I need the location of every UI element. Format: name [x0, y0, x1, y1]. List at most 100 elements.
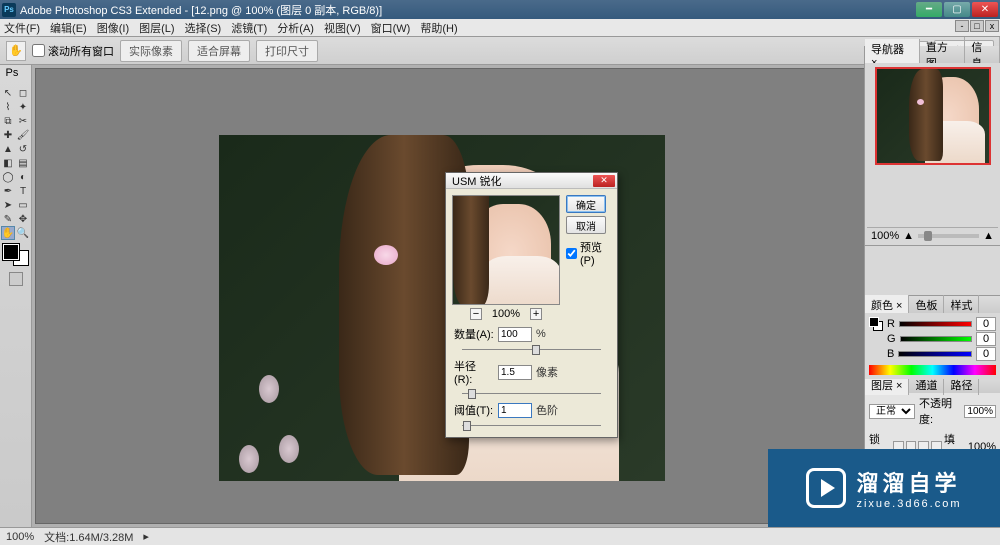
hand-tool[interactable]: ✋	[1, 226, 15, 240]
doc-restore-button[interactable]: □	[970, 20, 984, 32]
blue-value[interactable]: 0	[976, 347, 996, 361]
menu-analysis[interactable]: 分析(A)	[277, 20, 314, 36]
status-bar: 100% 文档:1.64M/3.28M ▸	[0, 527, 1000, 545]
maximize-button[interactable]: ▢	[944, 2, 970, 17]
preview-checkbox-input[interactable]	[566, 248, 577, 259]
navigator-thumbnail[interactable]	[875, 67, 991, 165]
fit-screen-button[interactable]: 适合屏幕	[188, 40, 250, 62]
dialog-titlebar[interactable]: USM 锐化 ✕	[446, 173, 617, 189]
status-doc-size[interactable]: 文档:1.64M/3.28M	[44, 529, 133, 545]
watermark-title: 溜溜自学	[856, 466, 961, 498]
threshold-slider[interactable]	[462, 423, 601, 429]
doc-minimize-button[interactable]: -	[955, 20, 969, 32]
marquee-tool[interactable]: ◻	[16, 86, 30, 100]
hand-tool-icon[interactable]: ✋	[6, 41, 26, 61]
opacity-label: 不透明度:	[919, 395, 960, 427]
wand-tool[interactable]: ✦	[16, 100, 30, 114]
bg-flower-icon	[279, 435, 299, 463]
hair-flower-icon	[374, 245, 398, 265]
color-swatches[interactable]	[3, 244, 29, 266]
heal-tool[interactable]: ✚	[1, 128, 15, 142]
eraser-tool[interactable]: ◧	[1, 156, 15, 170]
preview-checkbox[interactable]: 预览(P)	[566, 239, 611, 267]
status-zoom[interactable]: 100%	[6, 531, 34, 543]
dodge-tool[interactable]: ◐	[16, 170, 30, 184]
blue-slider[interactable]	[898, 351, 972, 357]
ok-button[interactable]: 确定	[566, 195, 606, 213]
amount-unit: %	[536, 328, 546, 340]
app-icon: Ps	[2, 3, 16, 17]
blend-mode-select[interactable]: 正常	[869, 404, 915, 419]
history-brush-tool[interactable]: ↺	[16, 142, 30, 156]
shape-tool[interactable]: ▭	[16, 198, 30, 212]
color-fg-bg[interactable]	[869, 317, 883, 331]
status-arrow-icon[interactable]: ▸	[143, 530, 149, 543]
green-slider[interactable]	[900, 336, 972, 342]
stamp-tool[interactable]: ▲	[1, 142, 15, 156]
preview-checkbox-label: 预览(P)	[580, 239, 611, 267]
pen-tool[interactable]: ✒	[1, 184, 15, 198]
actual-pixels-button[interactable]: 实际像素	[120, 40, 182, 62]
red-slider[interactable]	[899, 321, 972, 327]
navigator-panel: 导航器 × 直方图 信息 100% ▲ ▲	[865, 46, 1000, 246]
close-button[interactable]: ✕	[972, 2, 998, 17]
red-value[interactable]: 0	[976, 317, 996, 331]
dialog-title: USM 锐化	[452, 173, 502, 189]
toolbox: Ps ↖◻ ⌇✦ ⧉✂ ✚🖌 ▲↺ ◧▤ ◯◐ ✒T ➤▭ ✎✥ ✋🔍	[0, 65, 32, 527]
minimize-button[interactable]: ━	[916, 2, 942, 17]
color-panel: 颜色 × 色板 样式 R0 G0 B0	[865, 296, 1000, 376]
scroll-all-windows-checkbox[interactable]: 滚动所有窗口	[32, 43, 114, 59]
doc-close-button[interactable]: x	[985, 20, 999, 32]
color-spectrum[interactable]	[869, 365, 996, 375]
menu-select[interactable]: 选择(S)	[185, 20, 222, 36]
tab-styles[interactable]: 样式	[944, 295, 979, 315]
amount-label: 数量(A):	[454, 326, 494, 342]
cancel-button[interactable]: 取消	[566, 216, 606, 234]
menu-window[interactable]: 窗口(W)	[371, 20, 411, 36]
amount-input[interactable]	[498, 327, 532, 342]
amount-slider[interactable]	[462, 347, 601, 353]
window-title: Adobe Photoshop CS3 Extended - [12.png @…	[20, 2, 916, 18]
zoom-in-icon[interactable]: ▲	[983, 230, 994, 242]
menu-file[interactable]: 文件(F)	[4, 20, 40, 36]
radius-slider[interactable]	[462, 391, 601, 397]
threshold-input[interactable]	[498, 403, 532, 418]
navigator-zoom-slider[interactable]	[918, 234, 979, 238]
menu-view[interactable]: 视图(V)	[324, 20, 361, 36]
tab-swatches[interactable]: 色板	[909, 295, 944, 315]
opacity-value[interactable]: 100%	[964, 405, 996, 418]
path-select-tool[interactable]: ➤	[1, 198, 15, 212]
print-size-button[interactable]: 打印尺寸	[256, 40, 318, 62]
slice-tool[interactable]: ✂	[16, 114, 30, 128]
zoom-out-icon[interactable]: ▲	[903, 230, 914, 242]
dialog-close-button[interactable]: ✕	[593, 175, 615, 187]
quick-mask-button[interactable]	[9, 272, 23, 286]
crop-tool[interactable]: ⧉	[1, 114, 15, 128]
navigator-zoom[interactable]: 100%	[871, 230, 899, 242]
lasso-tool[interactable]: ⌇	[1, 100, 15, 114]
eyedropper-tool[interactable]: ✥	[16, 212, 30, 226]
zoom-in-button[interactable]: +	[530, 308, 542, 320]
gradient-tool[interactable]: ▤	[16, 156, 30, 170]
type-tool[interactable]: T	[16, 184, 30, 198]
menu-help[interactable]: 帮助(H)	[420, 20, 457, 36]
green-value[interactable]: 0	[976, 332, 996, 346]
zoom-tool[interactable]: 🔍	[16, 226, 30, 240]
menu-edit[interactable]: 编辑(E)	[50, 20, 87, 36]
blur-tool[interactable]: ◯	[1, 170, 15, 184]
menu-filter[interactable]: 滤镜(T)	[231, 20, 267, 36]
scroll-all-checkbox-input[interactable]	[32, 44, 45, 57]
notes-tool[interactable]: ✎	[1, 212, 15, 226]
radius-input[interactable]	[498, 365, 532, 380]
bg-flower-icon	[239, 445, 259, 473]
menu-layer[interactable]: 图层(L)	[139, 20, 174, 36]
usm-sharpen-dialog: USM 锐化 ✕ − 100% + 确定 取消	[445, 172, 618, 438]
zoom-out-button[interactable]: −	[470, 308, 482, 320]
dialog-preview[interactable]	[452, 195, 560, 305]
threshold-label: 阈值(T):	[454, 402, 494, 418]
brush-tool[interactable]: 🖌	[16, 128, 30, 142]
toolbox-header-icon: Ps	[6, 67, 26, 83]
menu-image[interactable]: 图像(I)	[97, 20, 129, 36]
move-tool[interactable]: ↖	[1, 86, 15, 100]
tab-color[interactable]: 颜色 ×	[865, 295, 909, 315]
